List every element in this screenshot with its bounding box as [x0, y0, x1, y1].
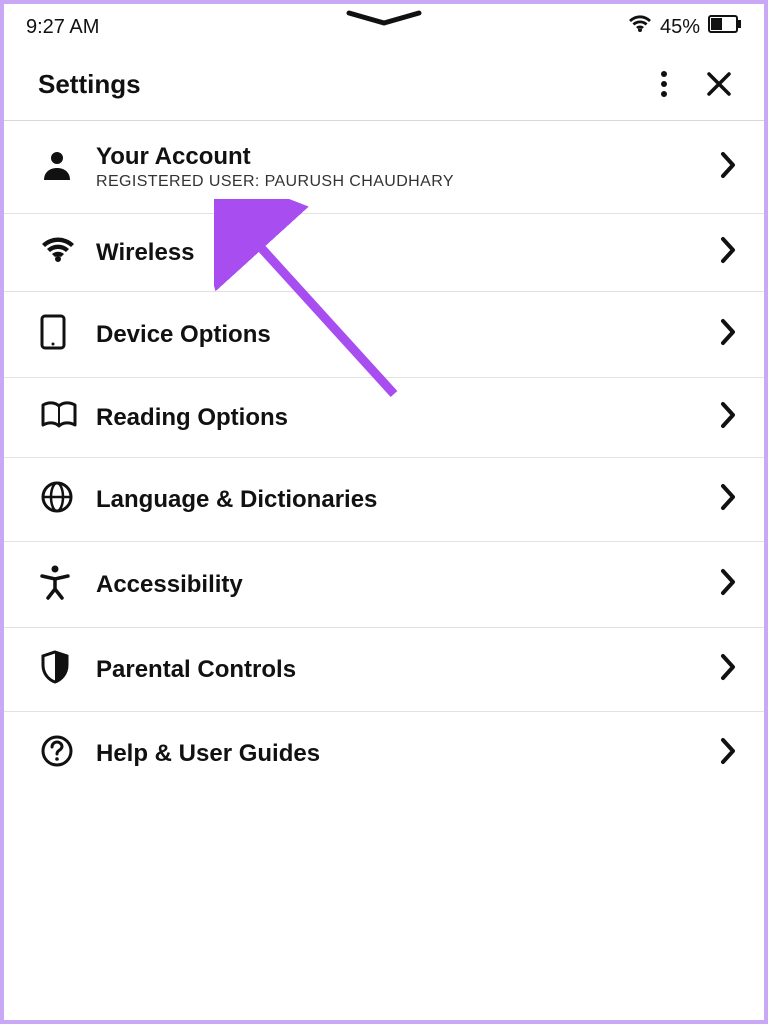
row-language-dictionaries[interactable]: Language & Dictionaries: [4, 458, 764, 542]
chevron-right-icon: [720, 737, 736, 770]
row-accessibility[interactable]: Accessibility: [4, 542, 764, 628]
chevron-right-icon: [720, 401, 736, 434]
row-title: Help & User Guides: [96, 740, 696, 768]
help-icon: [40, 734, 74, 773]
battery-icon: [708, 15, 742, 39]
swipe-handle-icon: [344, 10, 424, 26]
more-vertical-icon: [660, 86, 668, 101]
accessibility-icon: [40, 564, 70, 605]
chevron-right-icon: [720, 236, 736, 269]
row-title: Reading Options: [96, 404, 696, 432]
tablet-icon: [40, 314, 66, 355]
row-title: Wireless: [96, 239, 696, 267]
wifi-icon: [628, 14, 652, 40]
row-reading-options[interactable]: Reading Options: [4, 378, 764, 458]
row-title: Your Account: [96, 143, 696, 171]
chevron-right-icon: [720, 318, 736, 351]
row-title: Language & Dictionaries: [96, 486, 696, 514]
settings-list: Your Account REGISTERED USER: PAURUSH CH…: [4, 121, 764, 795]
more-menu-button[interactable]: [656, 66, 672, 102]
row-wireless[interactable]: Wireless: [4, 214, 764, 292]
chevron-right-icon: [720, 151, 736, 184]
person-icon: [40, 148, 74, 187]
chevron-right-icon: [720, 653, 736, 686]
row-parental-controls[interactable]: Parental Controls: [4, 628, 764, 712]
device-frame: 9:27 AM 45% Settings: [0, 0, 768, 1024]
row-subtitle: REGISTERED USER: PAURUSH CHAUDHARY: [96, 173, 696, 191]
chevron-right-icon: [720, 568, 736, 601]
close-button[interactable]: [702, 67, 736, 101]
row-device-options[interactable]: Device Options: [4, 292, 764, 378]
status-time: 9:27 AM: [26, 16, 99, 39]
row-your-account[interactable]: Your Account REGISTERED USER: PAURUSH CH…: [4, 121, 764, 214]
row-help-guides[interactable]: Help & User Guides: [4, 712, 764, 795]
page-title: Settings: [38, 69, 141, 100]
shield-icon: [40, 650, 70, 689]
close-icon: [706, 85, 732, 100]
chevron-right-icon: [720, 483, 736, 516]
row-title: Accessibility: [96, 571, 696, 599]
page-header: Settings: [4, 46, 764, 120]
wifi-icon: [40, 236, 76, 269]
row-title: Parental Controls: [96, 656, 696, 684]
globe-icon: [40, 480, 74, 519]
status-battery-pct: 45%: [660, 16, 700, 39]
book-icon: [40, 400, 78, 435]
row-title: Device Options: [96, 321, 696, 349]
